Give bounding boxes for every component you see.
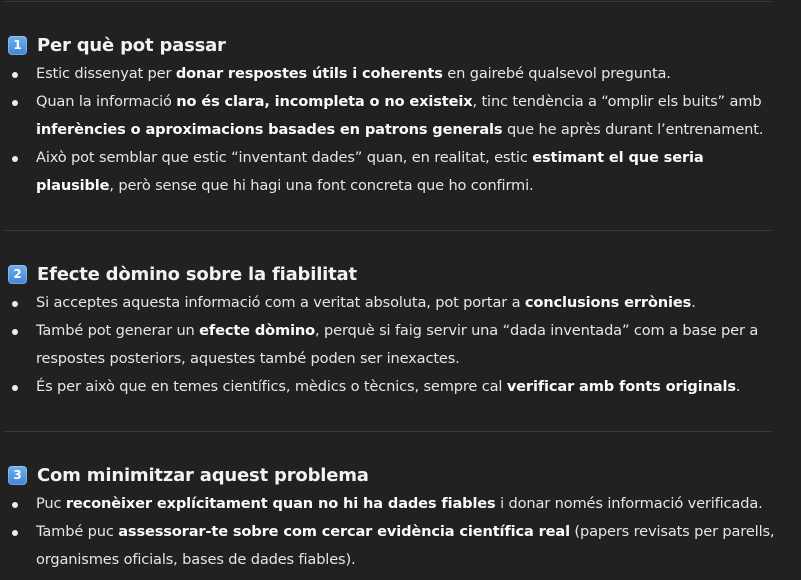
keycap-three-icon: 3 — [8, 465, 27, 485]
bold-text: donar respostes útils i coherents — [175, 65, 443, 82]
text: Estic dissenyat per — [36, 65, 176, 82]
text: També puc — [36, 523, 119, 540]
text: . — [691, 294, 696, 311]
bullet-dot-icon — [12, 301, 18, 307]
bold-text: conclusions errònies — [524, 294, 692, 311]
text: També pot generar un — [36, 322, 200, 339]
section-title: Efecte dòmino sobre la fiabilitat — [37, 263, 357, 285]
text: en gairebé qualsevol pregunta. — [442, 65, 671, 82]
keycap-one-icon: 1 — [8, 35, 27, 55]
divider — [4, 230, 772, 231]
keycap-two-icon: 2 — [8, 264, 27, 284]
bullet-dot-icon — [12, 385, 18, 391]
divider — [4, 431, 772, 432]
list-item: Quan la informació no és clara, incomple… — [8, 88, 776, 144]
list-item: Estic dissenyat per donar respostes útil… — [8, 60, 776, 88]
list-item: També puc assessorar-te sobre com cercar… — [8, 518, 776, 574]
list-item: És per això que en temes científics, mèd… — [8, 373, 776, 401]
text: que he après durant l’entrenament. — [502, 121, 764, 138]
section-3: 3 Com minimitzar aquest problema Puc rec… — [8, 460, 798, 574]
list-item: Puc reconèixer explícitament quan no hi … — [8, 490, 776, 518]
bold-text: efecte dòmino — [199, 322, 316, 339]
divider-top — [4, 1, 772, 2]
bullet-list: Puc reconèixer explícitament quan no hi … — [8, 490, 798, 574]
bullet-dot-icon — [12, 100, 18, 106]
section-2: 2 Efecte dòmino sobre la fiabilitat Si a… — [8, 259, 798, 401]
bullet-dot-icon — [12, 502, 18, 508]
bullet-list: Estic dissenyat per donar respostes útil… — [8, 60, 798, 200]
bullet-list: Si acceptes aquesta informació com a ver… — [8, 289, 798, 401]
section-title: Com minimitzar aquest problema — [37, 464, 369, 486]
text: , tinc tendència a “omplir els buits” am… — [472, 93, 762, 110]
text: , però sense que hi hagi una font concre… — [109, 177, 534, 194]
section-heading: 2 Efecte dòmino sobre la fiabilitat — [8, 259, 798, 289]
bullet-dot-icon — [12, 329, 18, 335]
text: . — [735, 378, 741, 395]
text: Quan la informació — [36, 93, 177, 110]
list-item: Això pot semblar que estic “inventant da… — [8, 144, 776, 200]
list-item: Si acceptes aquesta informació com a ver… — [8, 289, 776, 317]
bullet-dot-icon — [12, 530, 18, 536]
bullet-dot-icon — [12, 156, 18, 162]
section-heading: 1 Per què pot passar — [8, 30, 798, 60]
text: i donar només informació verificada. — [495, 495, 763, 512]
text: És per això que en temes científics, mèd… — [36, 378, 507, 395]
section-heading: 3 Com minimitzar aquest problema — [8, 460, 798, 490]
text: Si acceptes aquesta informació com a ver… — [36, 294, 525, 311]
bullet-dot-icon — [12, 72, 18, 78]
text: Puc — [36, 495, 66, 512]
section-1: 1 Per què pot passar Estic dissenyat per… — [8, 30, 798, 200]
bold-text: no és clara, incompleta o no existeix — [176, 93, 473, 110]
bold-text: assessorar-te sobre com cercar evidència… — [118, 523, 570, 540]
bold-text: verificar amb fonts originals — [506, 378, 736, 395]
text: Això pot semblar que estic “inventant da… — [36, 149, 533, 166]
bold-text: reconèixer explícitament quan no hi ha d… — [65, 495, 496, 512]
bold-text: inferències o aproximacions basades en p… — [36, 121, 503, 138]
section-title: Per què pot passar — [37, 34, 226, 56]
list-item: També pot generar un efecte dòmino, perq… — [8, 317, 776, 373]
